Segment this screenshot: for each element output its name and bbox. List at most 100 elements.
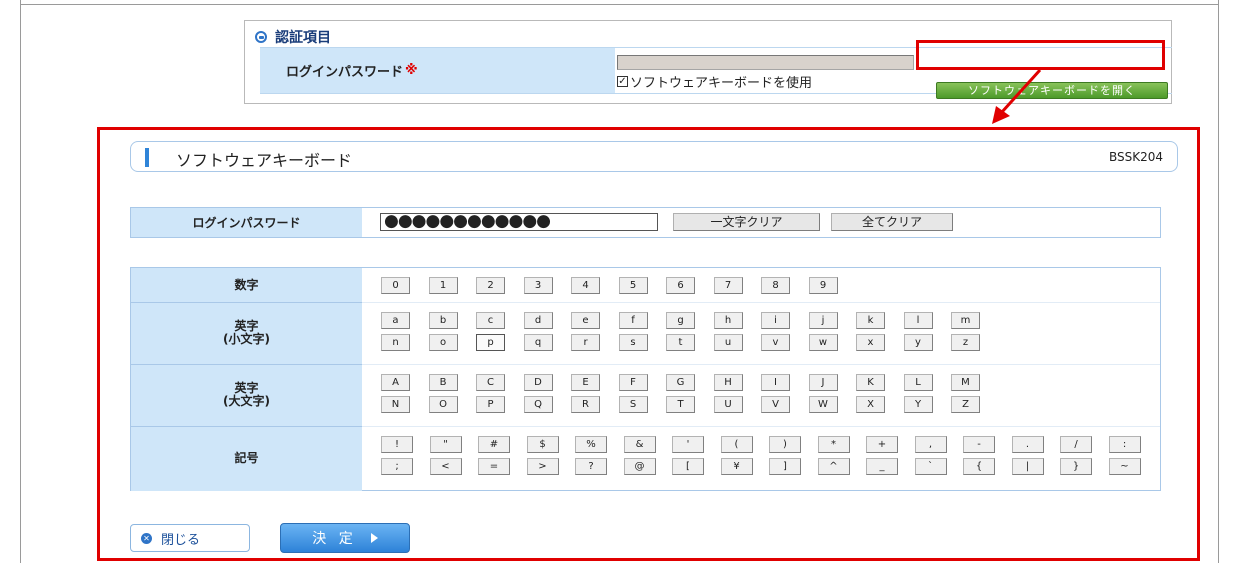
key-uppercase[interactable]: P [476, 396, 505, 413]
label-divider [131, 302, 362, 303]
key-uppercase[interactable]: B [428, 374, 458, 391]
key-uppercase[interactable]: T [666, 396, 695, 413]
key-lowercase[interactable]: u [713, 334, 743, 351]
key-uppercase[interactable]: I [761, 374, 790, 391]
key-lowercase[interactable]: x [856, 334, 885, 351]
key-digits[interactable]: 1 [428, 277, 458, 294]
key-uppercase[interactable]: Y [903, 396, 933, 413]
key-digits[interactable]: 7 [713, 277, 743, 294]
key-digits[interactable]: 5 [618, 277, 648, 294]
key-symbols[interactable]: / [1060, 436, 1092, 453]
key-uppercase[interactable]: R [571, 396, 600, 413]
key-digits[interactable]: 2 [476, 277, 505, 294]
key-symbols[interactable]: : [1108, 436, 1141, 453]
key-uppercase[interactable]: X [856, 396, 885, 413]
key-lowercase[interactable]: b [428, 312, 458, 329]
key-symbols[interactable]: ) [769, 436, 801, 453]
key-symbols[interactable]: ] [769, 458, 801, 475]
key-lowercase[interactable]: j [808, 312, 838, 329]
key-lowercase[interactable]: a [381, 312, 410, 329]
key-uppercase[interactable]: F [618, 374, 648, 391]
key-uppercase[interactable]: A [381, 374, 410, 391]
key-uppercase[interactable]: U [713, 396, 743, 413]
key-lowercase[interactable]: z [951, 334, 980, 351]
key-uppercase[interactable]: J [808, 374, 838, 391]
key-uppercase[interactable]: Q [523, 396, 553, 413]
key-symbols[interactable]: @ [623, 458, 656, 475]
key-symbols[interactable]: , [914, 436, 947, 453]
key-symbols[interactable]: ( [720, 436, 753, 453]
key-symbols[interactable]: { [963, 458, 995, 475]
key-digits[interactable]: 4 [571, 277, 600, 294]
key-digits[interactable]: 0 [381, 277, 410, 294]
key-symbols[interactable]: ' [672, 436, 704, 453]
clear-all-button[interactable]: 全てクリア [831, 213, 953, 231]
key-symbols[interactable]: ¥ [720, 458, 753, 475]
key-symbols[interactable]: - [963, 436, 995, 453]
key-lowercase[interactable]: i [761, 312, 790, 329]
key-lowercase[interactable]: g [666, 312, 695, 329]
key-uppercase[interactable]: E [571, 374, 600, 391]
key-lowercase[interactable]: l [903, 312, 933, 329]
key-symbols[interactable]: . [1011, 436, 1044, 453]
key-uppercase[interactable]: K [856, 374, 885, 391]
key-symbols[interactable]: " [429, 436, 462, 453]
key-uppercase[interactable]: M [951, 374, 980, 391]
key-symbols[interactable]: & [623, 436, 656, 453]
key-lowercase[interactable]: q [523, 334, 553, 351]
key-lowercase[interactable]: h [713, 312, 743, 329]
key-uppercase[interactable]: G [666, 374, 695, 391]
key-lowercase[interactable]: y [903, 334, 933, 351]
key-uppercase[interactable]: W [808, 396, 838, 413]
decide-button[interactable]: 決 定 [280, 523, 410, 553]
key-digits[interactable]: 6 [666, 277, 695, 294]
key-lowercase[interactable]: f [618, 312, 648, 329]
key-lowercase[interactable]: k [856, 312, 885, 329]
key-lowercase[interactable]: s [618, 334, 648, 351]
key-symbols[interactable]: ^ [817, 458, 850, 475]
key-symbols[interactable]: # [478, 436, 510, 453]
key-symbols[interactable]: $ [526, 436, 559, 453]
key-symbols[interactable]: ; [381, 458, 413, 475]
key-uppercase[interactable]: L [903, 374, 933, 391]
key-symbols[interactable]: + [866, 436, 898, 453]
key-uppercase[interactable]: N [381, 396, 410, 413]
key-symbols[interactable]: < [429, 458, 462, 475]
key-uppercase[interactable]: C [476, 374, 505, 391]
key-uppercase[interactable]: S [618, 396, 648, 413]
key-lowercase[interactable]: w [808, 334, 838, 351]
key-lowercase[interactable]: m [951, 312, 980, 329]
clear-one-char-button[interactable]: 一文字クリア [673, 213, 820, 231]
key-lowercase[interactable]: n [381, 334, 410, 351]
key-symbols[interactable]: [ [672, 458, 704, 475]
key-uppercase[interactable]: D [523, 374, 553, 391]
key-symbols[interactable]: ~ [1108, 458, 1141, 475]
key-lowercase[interactable]: o [428, 334, 458, 351]
key-digits[interactable]: 8 [761, 277, 790, 294]
close-button[interactable]: ✕ 閉じる [130, 524, 250, 552]
key-lowercase[interactable]: t [666, 334, 695, 351]
key-lowercase[interactable]: r [571, 334, 600, 351]
key-uppercase[interactable]: V [761, 396, 790, 413]
key-symbols[interactable]: ! [381, 436, 413, 453]
key-symbols[interactable]: = [478, 458, 510, 475]
key-digits[interactable]: 9 [808, 277, 838, 294]
key-lowercase[interactable]: d [523, 312, 553, 329]
key-symbols[interactable]: } [1060, 458, 1092, 475]
key-symbols[interactable]: ? [575, 458, 607, 475]
key-lowercase[interactable]: c [476, 312, 505, 329]
key-symbols[interactable]: ` [914, 458, 947, 475]
key-uppercase[interactable]: Z [951, 396, 980, 413]
key-uppercase[interactable]: H [713, 374, 743, 391]
key-symbols[interactable]: _ [866, 458, 898, 475]
key-uppercase[interactable]: O [428, 396, 458, 413]
key-symbols[interactable]: * [817, 436, 850, 453]
key-lowercase[interactable]: e [571, 312, 600, 329]
key-digits[interactable]: 3 [523, 277, 553, 294]
key-lowercase[interactable]: v [761, 334, 790, 351]
key-symbols[interactable]: % [575, 436, 607, 453]
key-lowercase[interactable]: p [476, 334, 505, 351]
uppercase-label: 英字 (大文字) [131, 364, 362, 426]
key-symbols[interactable]: | [1011, 458, 1044, 475]
key-symbols[interactable]: > [526, 458, 559, 475]
